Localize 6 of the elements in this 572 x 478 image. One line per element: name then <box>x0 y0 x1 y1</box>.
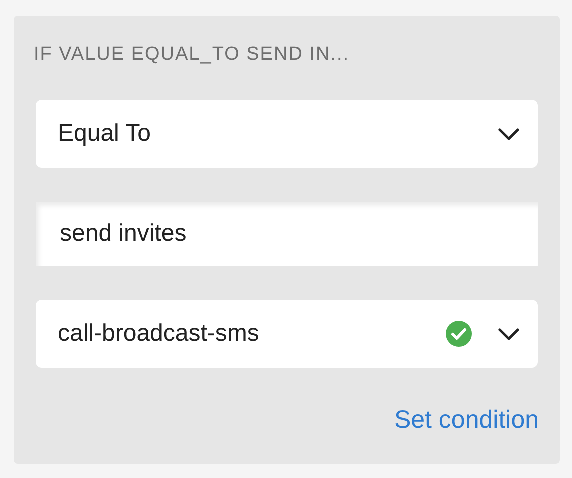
chevron-down-icon <box>498 328 520 340</box>
target-select[interactable]: call-broadcast-sms <box>36 300 538 368</box>
value-input[interactable]: send invites <box>36 202 538 266</box>
operator-select[interactable]: Equal To <box>36 100 538 168</box>
chevron-down-icon <box>498 128 520 140</box>
panel-title: IF VALUE EQUAL_TO SEND IN... <box>34 44 351 67</box>
